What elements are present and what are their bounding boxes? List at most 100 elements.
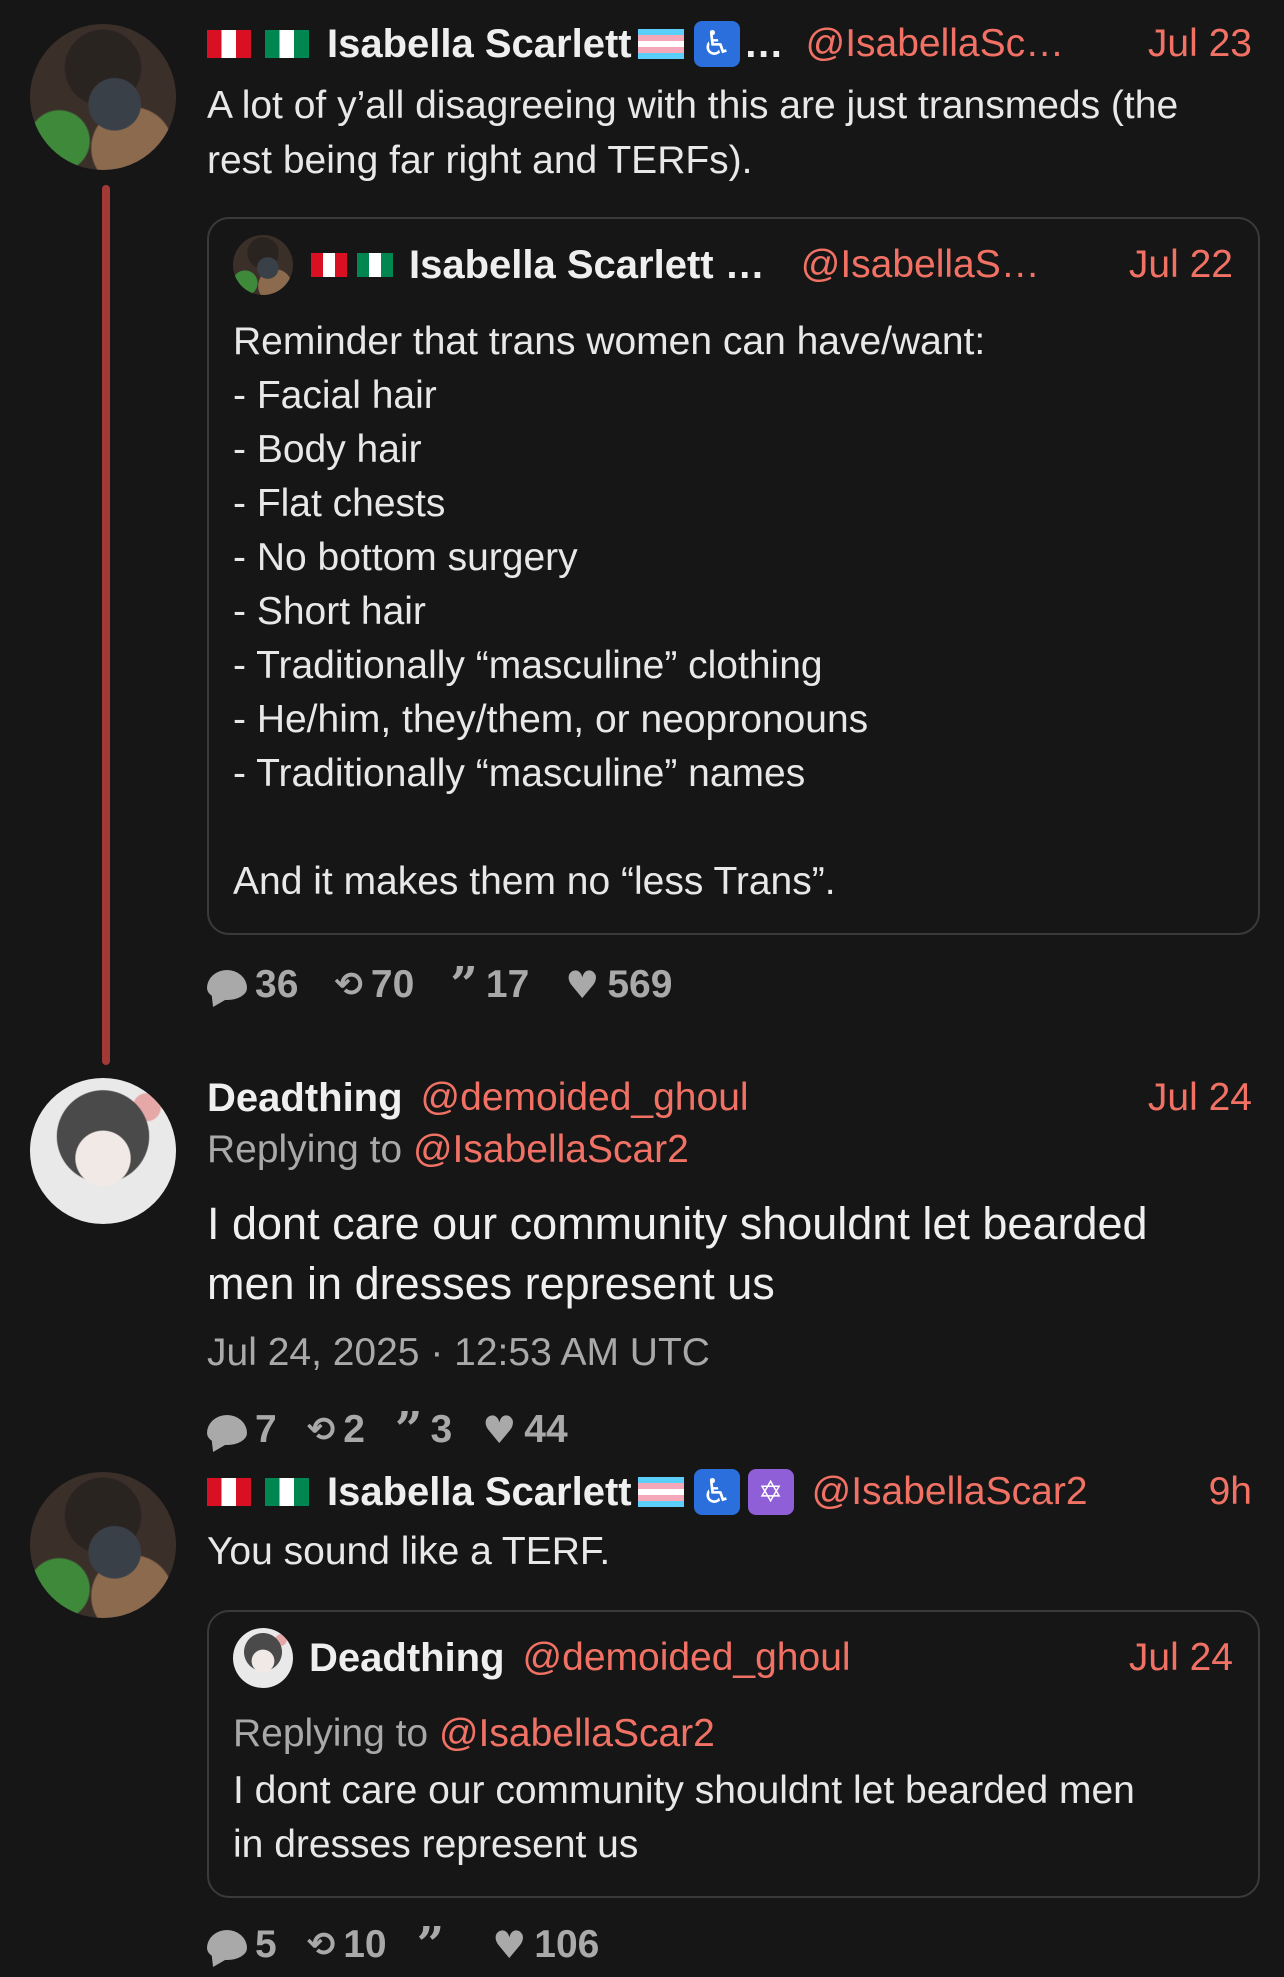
quoted-avatar: [233, 1628, 293, 1688]
post-time[interactable]: Jul 23: [1148, 22, 1252, 66]
retweet-count: 70: [370, 963, 415, 1006]
post-text: I dont care our community shouldnt let b…: [207, 1194, 1267, 1314]
quoted-text-line: - Traditionally “masculine” clothing: [233, 644, 823, 687]
like-button[interactable]: ♥ 569: [565, 963, 672, 1007]
like-count: 106: [534, 1923, 600, 1966]
nigeria-flag-icon: [357, 253, 393, 277]
quoted-display-name: Isabella Scarlett …: [409, 242, 765, 287]
reply-count: 7: [255, 1408, 277, 1451]
trans-flag-icon: [637, 29, 684, 59]
peru-flag-icon: [207, 30, 251, 58]
star-of-david-icon: ✡: [747, 1469, 794, 1515]
quoted-post[interactable]: Deadthing @demoided_ghoul Jul 24 Replyin…: [207, 1610, 1260, 1898]
reply-icon: [207, 1415, 247, 1445]
reply-button[interactable]: 7: [207, 1408, 277, 1452]
quote-count: 17: [485, 963, 530, 1006]
retweet-button[interactable]: ⟲ 10: [307, 1923, 387, 1967]
retweet-count: 10: [343, 1923, 387, 1966]
trans-flag-icon: [637, 1477, 684, 1507]
avatar-deadthing[interactable]: [30, 1078, 176, 1224]
post-text-line: men in dresses represent us: [207, 1258, 775, 1309]
user-handle[interactable]: @IsabellaSc…: [806, 22, 1065, 66]
replying-to-label: Replying to: [207, 1128, 413, 1171]
display-name[interactable]: Isabella Scarlett: [327, 1470, 632, 1515]
post-header: Deadthing @demoided_ghoul Jul 24: [207, 1074, 1252, 1122]
quote-button[interactable]: ” 3: [394, 1402, 453, 1458]
reply-button[interactable]: 5: [207, 1923, 277, 1967]
retweet-icon: ⟲: [306, 1925, 336, 1965]
avatar-isabella[interactable]: [30, 1472, 176, 1618]
reply-count: 5: [255, 1923, 277, 1966]
reply-count: 36: [255, 963, 299, 1006]
post-time[interactable]: 9h: [1209, 1470, 1252, 1514]
quoted-text-line: - Short hair: [233, 590, 426, 633]
thread-connector-line: [102, 185, 110, 1065]
quoted-text-line: Reminder that trans women can have/want:: [233, 320, 986, 363]
post-text-line: rest being far right and TERFs).: [207, 139, 753, 182]
quoted-text-line: - Traditionally “masculine” names: [233, 752, 806, 795]
retweet-icon: ⟲: [334, 965, 363, 1005]
quoted-text-blank-line: [233, 801, 1233, 855]
post-time[interactable]: Jul 24: [1148, 1076, 1252, 1120]
quote-button[interactable]: ”: [416, 1917, 453, 1973]
replying-to-label: Replying to: [233, 1712, 439, 1755]
replying-to-handle[interactable]: @IsabellaScar2: [413, 1128, 689, 1172]
quoted-text-line: - He/him, they/them, or neopronouns: [233, 698, 869, 741]
display-name[interactable]: Isabella Scarlett: [327, 22, 632, 67]
quoted-time: Jul 24: [1128, 1636, 1233, 1679]
quote-button[interactable]: ” 17: [450, 957, 530, 1013]
quoted-post-header: Isabella Scarlett … @IsabellaS… Jul 22: [233, 235, 1233, 295]
peru-flag-icon: [311, 253, 347, 277]
peru-flag-icon: [207, 1478, 251, 1506]
retweet-icon: ⟲: [306, 1410, 336, 1450]
display-name[interactable]: Deadthing: [207, 1076, 403, 1121]
post-timestamp[interactable]: Jul 24, 2025 · 12:53 AM UTC: [207, 1331, 710, 1375]
quoted-text-line: I dont care our community shouldnt let b…: [233, 1769, 1135, 1812]
wheelchair-icon: ♿: [693, 1469, 740, 1515]
reply-icon: [207, 1930, 247, 1960]
like-button[interactable]: ♥ 44: [482, 1408, 567, 1452]
quoted-avatar: [233, 235, 293, 295]
quoted-text-line: - Flat chests: [233, 482, 446, 525]
quoted-text-line: And it makes them no “less Trans”.: [233, 860, 836, 903]
quoted-text-line: - Facial hair: [233, 374, 437, 417]
reply-button[interactable]: 36: [207, 963, 298, 1007]
like-button[interactable]: ♥ 106: [492, 1923, 599, 1967]
name-ellipsis: …: [743, 21, 784, 66]
quote-count: 3: [430, 1408, 453, 1451]
post-text-line: I dont care our community shouldnt let b…: [207, 1198, 1148, 1249]
user-handle[interactable]: @IsabellaScar2: [812, 1470, 1088, 1514]
post-text-line: A lot of y’all disagreeing with this are…: [207, 84, 1179, 127]
post-text: A lot of y’all disagreeing with this are…: [207, 78, 1257, 188]
reply-icon: [207, 970, 247, 1000]
quote-icon: ”: [416, 1917, 445, 1973]
quote-icon: ”: [394, 1402, 423, 1458]
quoted-text-line: - No bottom surgery: [233, 536, 578, 579]
retweet-button[interactable]: ⟲ 70: [334, 963, 414, 1007]
quote-icon: ”: [450, 957, 478, 1013]
avatar-isabella[interactable]: [30, 24, 176, 170]
quoted-text: I dont care our community shouldnt let b…: [233, 1764, 1243, 1872]
quoted-time: Jul 22: [1128, 243, 1233, 286]
quoted-text: Reminder that trans women can have/want:…: [233, 315, 1233, 909]
quoted-text-line: in dresses represent us: [233, 1823, 639, 1866]
post-stats: 36 ⟲ 70 ” 17 ♥ 569: [207, 960, 708, 1010]
wheelchair-icon: ♿: [693, 21, 740, 67]
quoted-post-header: Deadthing @demoided_ghoul Jul 24: [233, 1628, 1233, 1688]
user-handle[interactable]: @demoided_ghoul: [421, 1076, 749, 1120]
quoted-post[interactable]: Isabella Scarlett … @IsabellaS… Jul 22 R…: [207, 217, 1260, 935]
post-header: Isabella Scarlett ♿ ✡ @IsabellaScar2 9h: [207, 1468, 1252, 1516]
heart-icon: ♥: [482, 1408, 517, 1452]
quoted-handle: @IsabellaS…: [800, 243, 1040, 286]
heart-icon: ♥: [565, 963, 600, 1007]
quoted-replying-to: Replying to @IsabellaScar2: [233, 1712, 715, 1756]
replying-to: Replying to @IsabellaScar2: [207, 1128, 689, 1172]
retweet-count: 2: [343, 1408, 365, 1451]
nigeria-flag-icon: [265, 1478, 309, 1506]
quoted-handle: @demoided_ghoul: [522, 1636, 851, 1679]
retweet-button[interactable]: ⟲ 2: [307, 1408, 365, 1452]
like-count: 569: [607, 963, 673, 1006]
post-text: You sound like a TERF.: [207, 1530, 611, 1573]
replying-to-handle: @IsabellaScar2: [438, 1712, 715, 1755]
quoted-text-line: - Body hair: [233, 428, 422, 471]
